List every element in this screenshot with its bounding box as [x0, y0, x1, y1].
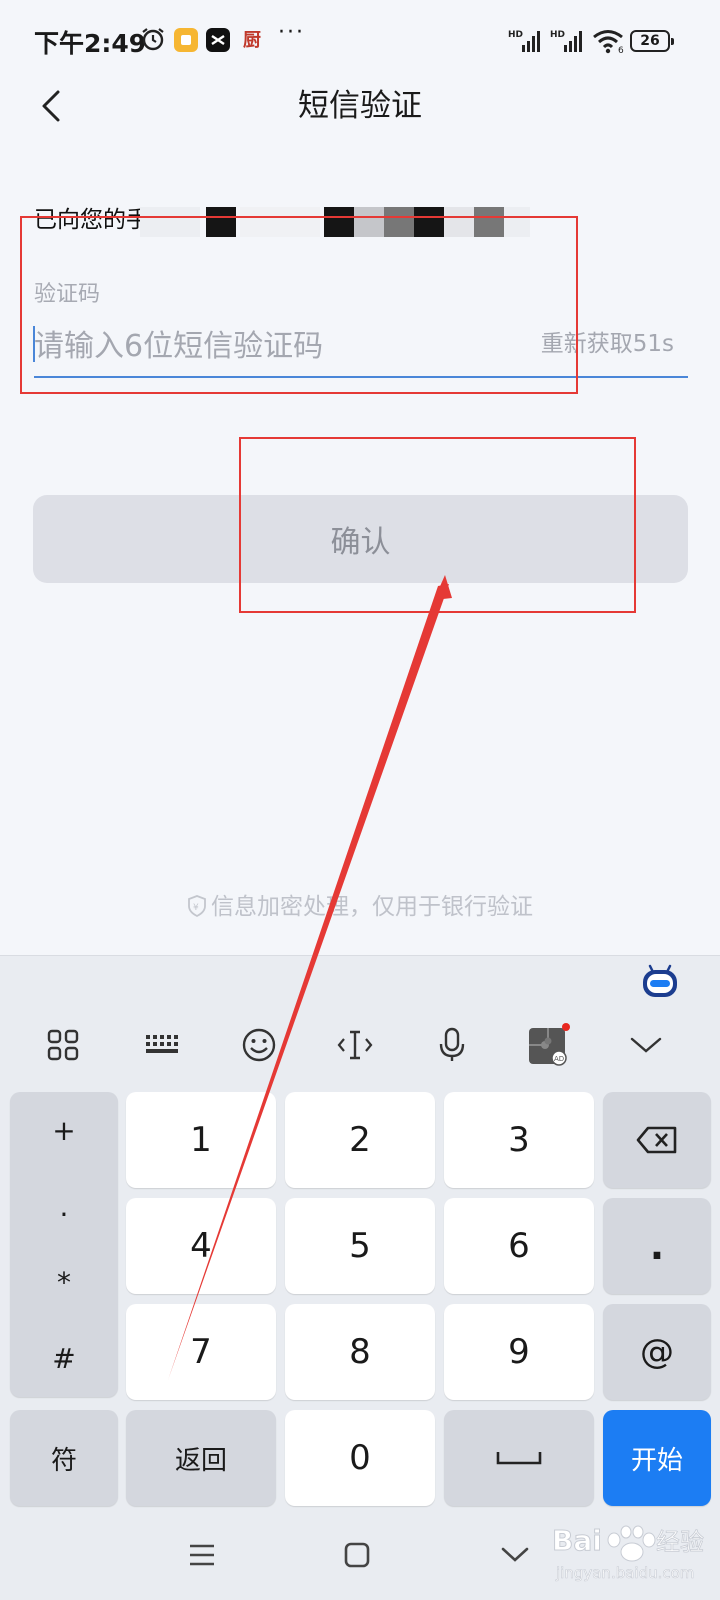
key-6[interactable]: 6 — [444, 1198, 594, 1294]
redacted-phone-block — [240, 207, 320, 237]
redacted-phone-block — [474, 207, 504, 237]
sms-sent-info: 已向您的手 — [34, 207, 149, 233]
key-dot[interactable]: . — [603, 1198, 711, 1294]
capcut-app-icon — [206, 28, 230, 52]
key-0[interactable]: 0 — [285, 1410, 435, 1506]
wifi-icon: 6 — [592, 28, 626, 56]
space-key[interactable] — [444, 1410, 594, 1506]
shield-icon: ¥ — [187, 895, 207, 923]
svg-text:HD: HD — [508, 30, 523, 40]
start-key[interactable]: 开始 — [603, 1410, 711, 1506]
watermark-suffix: 经验 — [656, 1528, 704, 1556]
cursor-icon[interactable] — [333, 1023, 377, 1067]
security-note: ¥ 信息加密处理，仅用于银行验证 — [0, 887, 720, 923]
confirm-button[interactable]: 确认 — [33, 495, 688, 583]
key-back[interactable]: 返回 — [126, 1410, 276, 1506]
key-2[interactable]: 2 — [285, 1092, 435, 1188]
resend-code-link[interactable]: 重新获取51s — [541, 324, 674, 358]
redacted-phone-block — [354, 207, 384, 237]
collapse-chevron-icon[interactable] — [624, 1023, 668, 1067]
space-icon — [496, 1452, 542, 1465]
redacted-phone-block — [384, 207, 414, 237]
svg-text:6: 6 — [618, 46, 624, 54]
status-time: 下午2:49 — [34, 29, 147, 58]
sms-code-input[interactable] — [34, 318, 524, 374]
home-square-icon[interactable] — [332, 1530, 382, 1580]
key-symbols-column[interactable]: + . * # — [10, 1092, 118, 1397]
emoji-icon[interactable] — [237, 1023, 281, 1067]
watermark-brand: Bai — [552, 1524, 602, 1557]
notes-app-icon — [174, 28, 198, 52]
security-note-text: 信息加密处理，仅用于银行验证 — [211, 894, 533, 920]
menu-icon[interactable] — [177, 1530, 227, 1580]
key-hash[interactable]: # — [52, 1342, 75, 1375]
puzzle-ad-icon[interactable]: AD — [526, 1023, 570, 1067]
key-dot-small[interactable]: . — [60, 1190, 69, 1223]
signal-strength-icon: HD — [508, 28, 544, 54]
code-field-label: 验证码 — [34, 282, 101, 307]
kitchen-app-icon: 厨 — [243, 30, 261, 51]
grid-icon[interactable] — [41, 1023, 85, 1067]
redacted-phone-block — [324, 207, 354, 237]
redacted-phone-block — [414, 207, 444, 237]
microphone-icon[interactable] — [430, 1023, 474, 1067]
svg-text:AD: AD — [554, 1055, 564, 1063]
page-title: 短信验证 — [298, 88, 422, 124]
key-9[interactable]: 9 — [444, 1304, 594, 1400]
key-4[interactable]: 4 — [126, 1198, 276, 1294]
alarm-clock-icon — [140, 24, 166, 54]
key-8[interactable]: 8 — [285, 1304, 435, 1400]
key-5[interactable]: 5 — [285, 1198, 435, 1294]
redacted-phone-block — [504, 207, 530, 237]
backspace-icon — [636, 1126, 677, 1154]
key-asterisk[interactable]: * — [57, 1266, 71, 1299]
key-symbols-panel[interactable]: 符 — [10, 1410, 118, 1506]
backspace-key[interactable] — [603, 1092, 711, 1188]
svg-text:HD: HD — [550, 30, 565, 40]
redacted-phone-block — [444, 207, 474, 237]
text-caret — [33, 326, 35, 362]
key-1[interactable]: 1 — [126, 1092, 276, 1188]
keyboard-icon[interactable] — [140, 1023, 184, 1067]
key-plus[interactable]: + — [52, 1114, 75, 1147]
baidu-jingyan-watermark: Bai 经验 jingyan.baidu.com — [548, 1502, 718, 1592]
svg-text:¥: ¥ — [193, 903, 199, 913]
watermark-url: jingyan.baidu.com — [555, 1564, 694, 1582]
more-notifications-icon: ··· — [278, 20, 305, 45]
redacted-phone-block — [206, 207, 236, 237]
key-at[interactable]: @ — [603, 1304, 711, 1400]
signal-strength-icon: HD — [550, 28, 586, 54]
back-chevron-icon[interactable] — [490, 1530, 540, 1580]
keyboard-assistant-robot-icon[interactable] — [640, 960, 680, 1000]
redacted-phone-block — [140, 207, 200, 237]
key-3[interactable]: 3 — [444, 1092, 594, 1188]
battery-indicator: 26 — [630, 30, 674, 52]
input-underline — [34, 376, 688, 378]
key-7[interactable]: 7 — [126, 1304, 276, 1400]
